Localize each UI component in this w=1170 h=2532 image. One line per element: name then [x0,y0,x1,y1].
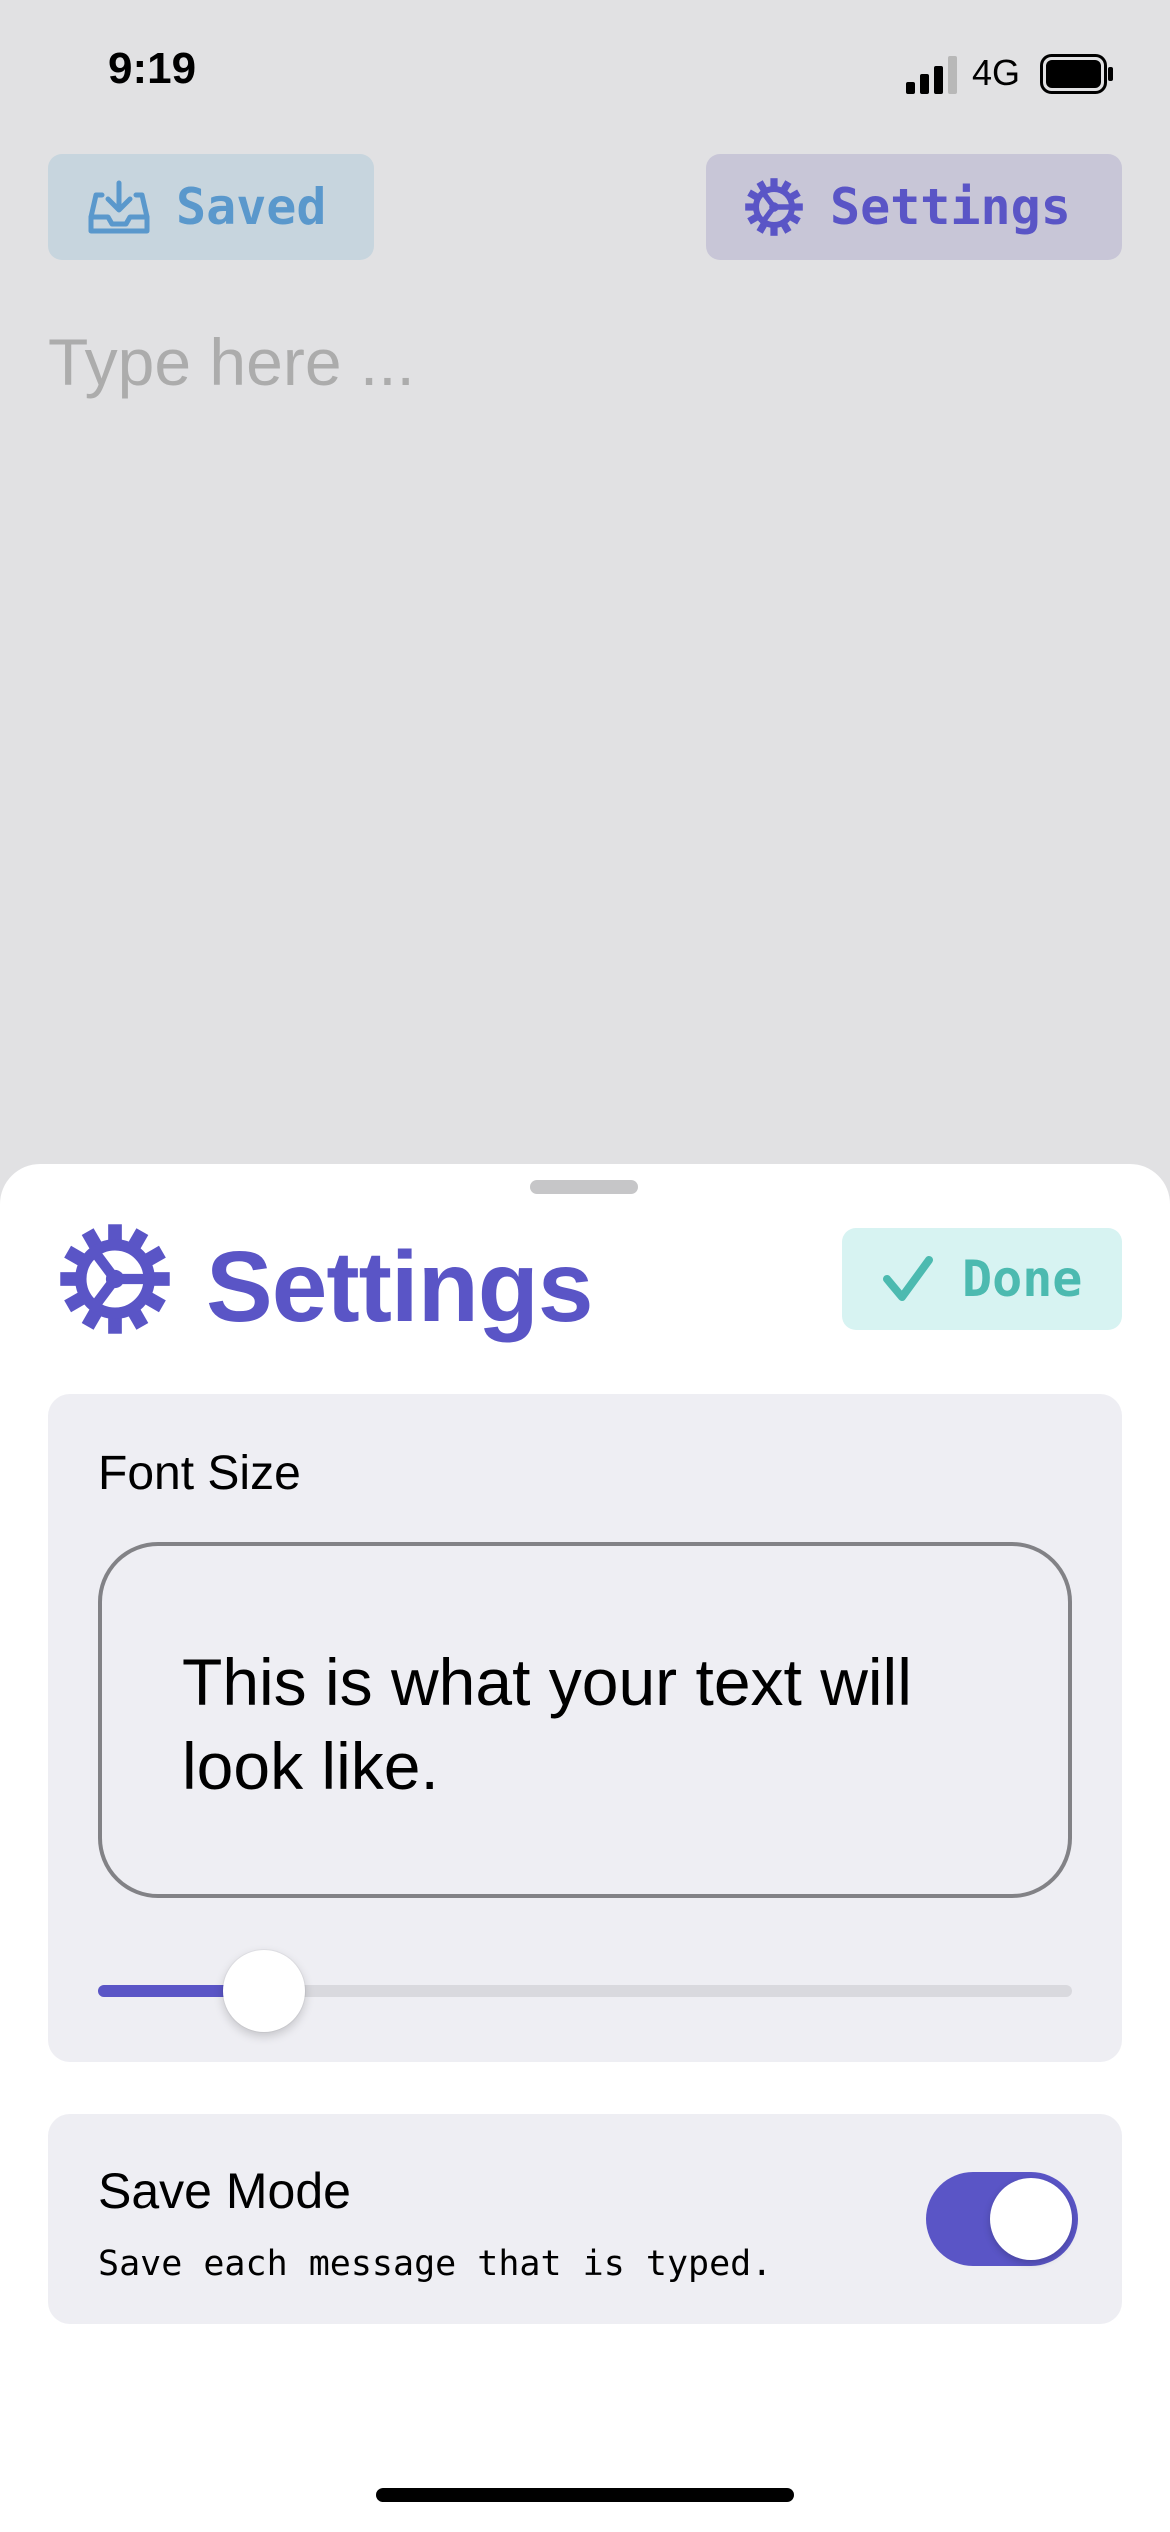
done-button[interactable]: Done [842,1228,1122,1330]
font-size-slider[interactable] [98,1946,1072,2036]
inbox-download-icon [88,180,150,234]
font-preview-box: This is what your text will look like. [98,1542,1072,1898]
network-type: 4G [972,52,1021,93]
gear-icon [60,1224,170,1334]
home-indicator [376,2488,794,2502]
toggle-knob [990,2178,1072,2260]
checkmark-icon [883,1256,933,1301]
save-mode-card: Save Mode Save each message that is type… [48,2114,1122,2324]
sheet-title: Settings [206,1231,593,1343]
settings-sheet: Settings Done Font Size This is what you… [0,1164,1170,2532]
gear-icon [745,178,803,236]
save-mode-toggle[interactable] [926,2172,1078,2266]
battery-icon [1040,54,1113,94]
saved-button[interactable]: Saved [48,154,374,260]
signal-bars-icon [906,56,957,94]
status-time: 9:19 [108,44,197,93]
save-mode-description: Save each message that is typed. [98,2244,773,2284]
editor-placeholder[interactable]: Type here ... [48,324,415,400]
settings-button-label: Settings [830,178,1071,236]
settings-button[interactable]: Settings [706,154,1122,260]
save-mode-label: Save Mode [98,2163,351,2219]
font-preview-text: This is what your text will look like. [182,1645,912,1803]
status-bar: 9:19 4G [0,0,1170,140]
saved-button-label: Saved [176,178,327,236]
slider-thumb[interactable] [222,1950,305,2032]
font-size-label: Font Size [98,1447,301,1500]
font-size-card: Font Size This is what your text will lo… [48,1394,1122,2062]
sheet-grabber[interactable] [530,1180,638,1194]
done-button-label: Done [962,1250,1083,1308]
